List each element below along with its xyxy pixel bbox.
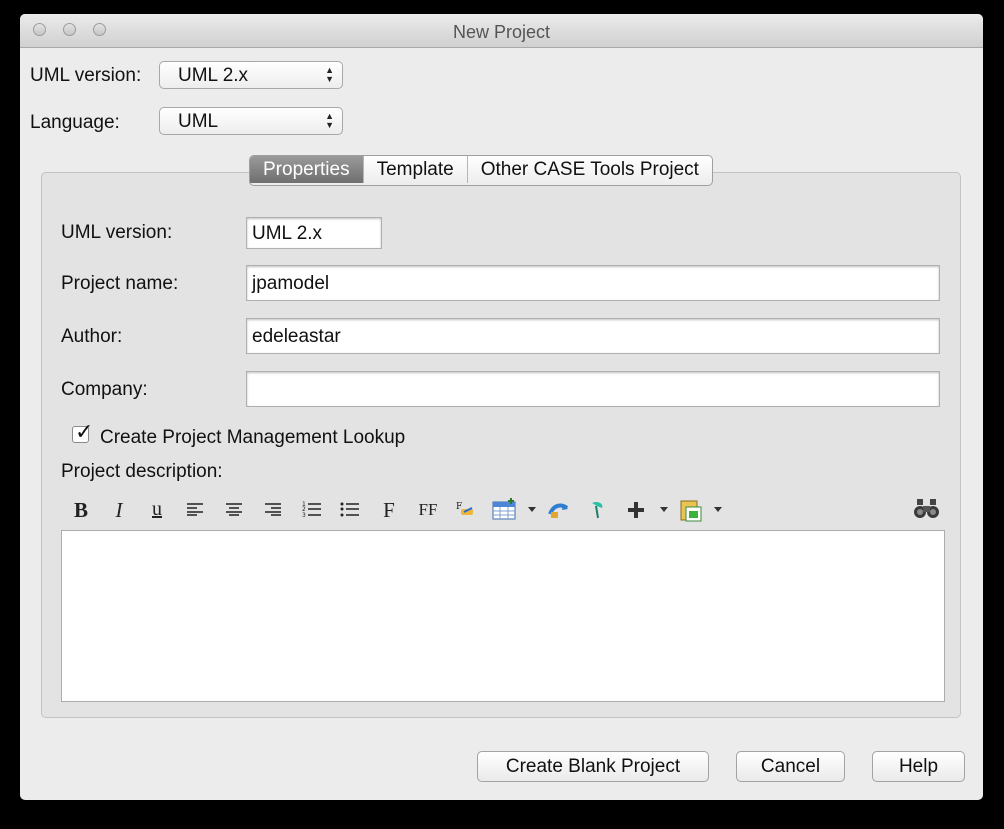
new-project-dialog: New Project UML version: UML 2.x ▲ ▼ Lang… [20,14,983,800]
underline-icon[interactable]: u [147,498,167,522]
window-title: New Project [452,22,551,42]
bold-icon[interactable]: B [71,498,91,522]
paste-dropdown-icon[interactable] [714,507,722,512]
tab-properties[interactable]: Properties [250,156,364,183]
up-down-arrows-icon: ▲ ▼ [325,65,334,84]
font-icon[interactable]: F [380,498,398,522]
text-color-icon[interactable]: F [456,500,476,524]
project-description-label: Project description: [61,461,223,482]
create-blank-project-button[interactable]: Create Blank Project [477,751,709,782]
author-field[interactable]: edeleastar [246,318,940,354]
project-description-editor[interactable] [61,530,945,702]
uml-version-label: UML version: [61,222,173,243]
company-label: Company: [61,379,148,400]
bulleted-list-icon[interactable] [340,500,360,524]
font-size-icon[interactable]: FF [416,500,440,524]
insert-table-dropdown-icon[interactable] [528,507,536,512]
author-label: Author: [61,326,123,347]
align-center-icon[interactable] [225,502,243,526]
language-select[interactable]: UML ▲ ▼ [159,107,343,135]
company-field[interactable] [246,371,940,407]
add-icon[interactable] [626,500,646,524]
insert-table-icon[interactable] [492,498,518,522]
uml-version-select[interactable]: UML 2.x ▲ ▼ [159,61,343,89]
project-name-field[interactable]: jpamodel [246,265,940,301]
tab-other-case-tools[interactable]: Other CASE Tools Project [468,156,712,183]
align-right-icon[interactable] [264,502,282,526]
project-name-label: Project name: [61,273,179,294]
uml-version-field[interactable]: UML 2.x [246,217,382,249]
find-icon[interactable] [914,498,940,522]
uml-version-top-label: UML version: [30,65,142,86]
insert-link-icon[interactable] [548,500,570,524]
language-select-value: UML [178,111,219,132]
checkmark-icon: ✓ [75,419,94,444]
lookup-checkbox-label[interactable]: Create Project Management Lookup [100,427,405,449]
svg-text:3: 3 [302,512,306,518]
add-dropdown-icon[interactable] [660,507,668,512]
language-label: Language: [30,112,120,133]
up-down-arrows-icon: ▲ ▼ [325,111,334,130]
paste-icon[interactable] [680,498,704,522]
uml-version-select-value: UML 2.x [178,65,249,86]
numbered-list-icon[interactable]: 123 [302,500,322,524]
align-left-icon[interactable] [186,502,204,526]
insert-image-icon[interactable] [588,500,608,524]
help-button[interactable]: Help [872,751,965,782]
tab-template[interactable]: Template [364,156,468,183]
lookup-checkbox[interactable]: ✓ [72,419,93,444]
cancel-button[interactable]: Cancel [736,751,845,782]
title-bar[interactable]: New Project [20,14,983,48]
italic-icon[interactable]: I [109,498,129,522]
tab-bar: Properties Template Other CASE Tools Pro… [249,155,713,186]
